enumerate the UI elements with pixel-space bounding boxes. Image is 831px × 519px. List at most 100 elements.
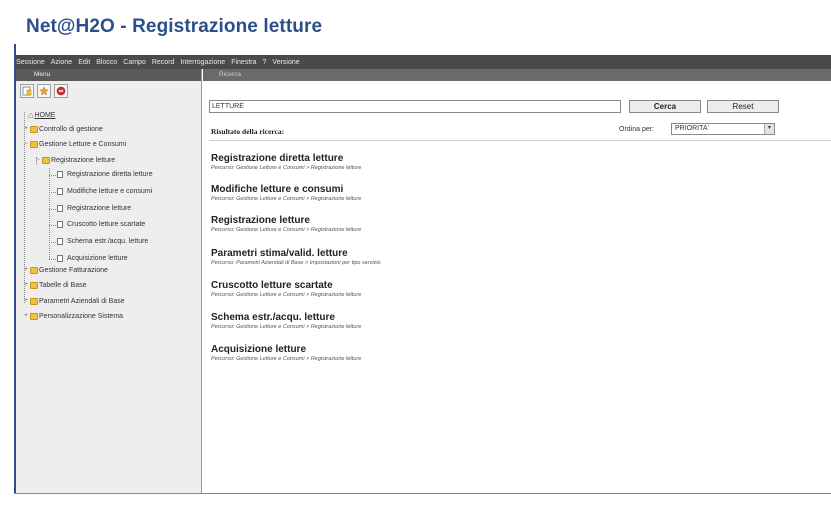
result-item[interactable]: Modifiche letture e consumi Percorso: Ge… bbox=[211, 184, 361, 202]
tree-item-label: Gestione Fatturazione bbox=[39, 267, 108, 274]
tree-item-fatturazione[interactable]: + Gestione Fatturazione bbox=[23, 267, 108, 274]
tree-item-acquisizione[interactable]: Acquisizione letture bbox=[57, 255, 128, 262]
expand-icon[interactable]: + bbox=[23, 313, 29, 320]
collapse-icon[interactable]: − bbox=[23, 141, 29, 148]
result-item[interactable]: Schema estr./acqu. letture Percorso: Ges… bbox=[211, 312, 361, 330]
result-title[interactable]: Schema estr./acqu. letture bbox=[211, 312, 361, 323]
search-button[interactable]: Cerca bbox=[629, 100, 701, 113]
search-panel: Ricerca LETTURE Cerca Reset Risultato de… bbox=[203, 69, 831, 493]
search-panel-header: Ricerca bbox=[203, 69, 831, 81]
tree-item-label: HOME bbox=[34, 111, 56, 119]
folder-icon bbox=[30, 298, 38, 305]
tree-connector bbox=[49, 225, 56, 226]
document-icon bbox=[57, 171, 63, 178]
tree-item-controllo[interactable]: + Controllo di gestione bbox=[23, 126, 103, 133]
expand-icon[interactable]: + bbox=[23, 267, 29, 274]
tree-item-label: Schema estr./acqu. letture bbox=[67, 238, 149, 245]
folder-open-icon bbox=[30, 141, 38, 148]
menu-sessione[interactable]: Sessione bbox=[16, 59, 45, 66]
tree-item-label: Controllo di gestione bbox=[39, 126, 103, 133]
result-title[interactable]: Registrazione letture bbox=[211, 215, 361, 226]
chevron-down-icon[interactable]: ▾ bbox=[764, 124, 774, 134]
divider bbox=[209, 140, 831, 141]
result-path: Percorso: Gestione Letture e Consumi > R… bbox=[211, 356, 362, 362]
tree-item-label: Registrazione diretta letture bbox=[67, 171, 153, 178]
result-title[interactable]: Modifiche letture e consumi bbox=[211, 184, 361, 195]
folder-icon bbox=[30, 126, 38, 133]
tree-item-label: Acquisizione letture bbox=[67, 255, 128, 262]
tree-item-schema[interactable]: Schema estr./acqu. letture bbox=[57, 238, 148, 245]
result-title[interactable]: Registrazione diretta letture bbox=[211, 153, 361, 164]
tree-item-registrazione[interactable]: Registrazione letture bbox=[57, 205, 131, 212]
menu-campo[interactable]: Campo bbox=[123, 59, 146, 66]
star-icon[interactable] bbox=[37, 84, 51, 98]
collapse-icon[interactable]: − bbox=[35, 157, 41, 164]
app-frame: Net@H2O - Registrazione letture Sessione… bbox=[0, 0, 831, 519]
result-title[interactable]: Acquisizione letture bbox=[211, 344, 361, 355]
tree-item-label: Gestione Letture e Consumi bbox=[39, 141, 127, 148]
result-path: Percorso: Parametri Aziendali di Base > … bbox=[211, 260, 381, 266]
tree-item-cruscotto[interactable]: Cruscotto letture scartate bbox=[57, 221, 145, 228]
menu-edit[interactable]: Edit bbox=[78, 59, 90, 66]
tree-connector bbox=[49, 192, 56, 193]
menu-blocco[interactable]: Blocco bbox=[96, 59, 117, 66]
menu-interrogazione[interactable]: Interrogazione bbox=[180, 59, 225, 66]
search-input[interactable]: LETTURE bbox=[209, 100, 621, 113]
tree-item-personalizzazione[interactable]: + Personalizzazione Sistema bbox=[23, 313, 123, 320]
tree-connector bbox=[49, 175, 56, 176]
result-item[interactable]: Cruscotto letture scartate Percorso: Ges… bbox=[211, 280, 361, 298]
tree-connector bbox=[49, 209, 56, 210]
menu-versione[interactable]: Versione bbox=[272, 59, 299, 66]
tree-item-registrazione-diretta[interactable]: Registrazione diretta letture bbox=[57, 171, 153, 178]
sort-select-value: PRIORITA' bbox=[675, 125, 709, 132]
menu-azione[interactable]: Azione bbox=[51, 59, 72, 66]
document-icon bbox=[57, 205, 63, 212]
result-title[interactable]: Cruscotto letture scartate bbox=[211, 280, 361, 291]
sidebar: Menu ⌂ HOME + Controllo di gestione − Ge… bbox=[16, 69, 202, 493]
tree-item-label: Tabelle di Base bbox=[39, 282, 87, 289]
tree-connector bbox=[49, 168, 50, 259]
tree-item-label: Cruscotto letture scartate bbox=[67, 221, 146, 228]
tree-item-label: Parametri Aziendali di Base bbox=[39, 298, 125, 305]
notes-icon[interactable] bbox=[20, 84, 34, 98]
tree-item-parametri[interactable]: + Parametri Aziendali di Base bbox=[23, 298, 125, 305]
expand-icon[interactable]: + bbox=[23, 126, 29, 133]
tree-item-label: Registrazione letture bbox=[51, 157, 116, 164]
folder-icon bbox=[30, 267, 38, 274]
sort-select[interactable]: PRIORITA' ▾ bbox=[671, 123, 775, 135]
tree-item-modifiche[interactable]: Modifiche letture e consumi bbox=[57, 188, 152, 195]
reset-button[interactable]: Reset bbox=[707, 100, 779, 113]
folder-icon bbox=[30, 313, 38, 320]
document-icon bbox=[57, 255, 63, 262]
result-item[interactable]: Parametri stima/valid. letture Percorso:… bbox=[211, 248, 381, 266]
result-path: Percorso: Gestione Letture e Consumi > R… bbox=[211, 165, 362, 171]
folder-open-icon bbox=[42, 157, 50, 164]
frame-bottom-border bbox=[14, 493, 831, 494]
expand-icon[interactable]: + bbox=[23, 298, 29, 305]
tree-connector bbox=[49, 259, 56, 260]
window-title: Net@H2O - Registrazione letture bbox=[26, 16, 323, 37]
menu-finestra[interactable]: Finestra bbox=[231, 59, 256, 66]
result-path: Percorso: Gestione Letture e Consumi > R… bbox=[211, 227, 362, 233]
menu-record[interactable]: Record bbox=[152, 59, 175, 66]
tree-item-gestione-letture[interactable]: − Gestione Letture e Consumi bbox=[23, 141, 126, 148]
tree-item-label: Personalizzazione Sistema bbox=[39, 313, 124, 320]
menu-help[interactable]: ? bbox=[263, 59, 267, 66]
stop-icon[interactable] bbox=[54, 84, 68, 98]
tree-connector bbox=[49, 242, 56, 243]
document-icon bbox=[57, 238, 63, 245]
tree-item-label: Registrazione letture bbox=[67, 205, 132, 212]
tree-item-tabelle[interactable]: + Tabelle di Base bbox=[23, 282, 86, 289]
tree-item-label: Modifiche letture e consumi bbox=[67, 188, 153, 195]
result-item[interactable]: Acquisizione letture Percorso: Gestione … bbox=[211, 344, 361, 362]
result-item[interactable]: Registrazione diretta letture Percorso: … bbox=[211, 153, 361, 171]
result-path: Percorso: Gestione Letture e Consumi > R… bbox=[211, 324, 362, 330]
tree-item-registrazione-folder[interactable]: − Registrazione letture bbox=[35, 157, 115, 164]
result-path: Percorso: Gestione Letture e Consumi > R… bbox=[211, 292, 362, 298]
tree-item-home[interactable]: ⌂ HOME bbox=[28, 110, 55, 120]
expand-icon[interactable]: + bbox=[23, 282, 29, 289]
result-item[interactable]: Registrazione letture Percorso: Gestione… bbox=[211, 215, 361, 233]
document-icon bbox=[57, 221, 63, 228]
result-title[interactable]: Parametri stima/valid. letture bbox=[211, 248, 381, 259]
home-icon: ⌂ bbox=[28, 110, 34, 120]
